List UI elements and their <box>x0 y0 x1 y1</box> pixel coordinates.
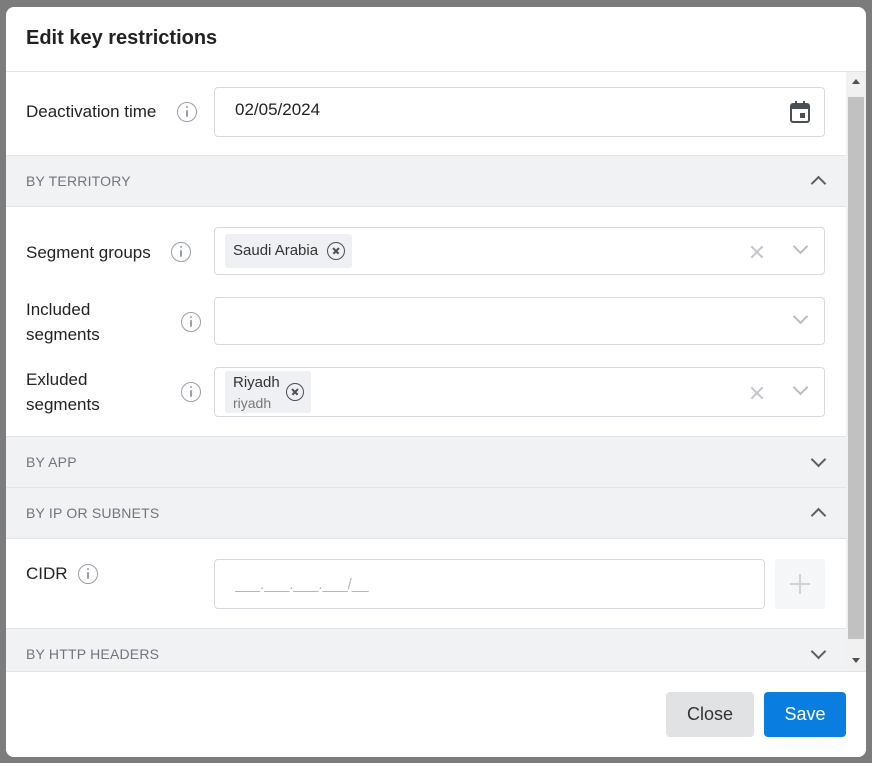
cidr-row: CIDR <box>6 539 846 629</box>
save-button[interactable]: Save <box>764 692 846 737</box>
info-icon[interactable] <box>181 312 201 332</box>
deactivation-label: Deactivation time <box>26 102 157 121</box>
section-label: BY HTTP HEADERS <box>26 646 160 662</box>
edit-key-restrictions-dialog: Edit key restrictions Deactivation time … <box>6 7 866 757</box>
section-by-app[interactable]: BY APP <box>6 436 846 488</box>
remove-chip-icon[interactable] <box>327 242 345 260</box>
chip-riyadh: Riyadh riyadh <box>225 371 311 413</box>
chip-sublabel: riyadh <box>233 395 272 411</box>
included-segments-label: Included segments <box>26 297 100 347</box>
info-icon[interactable] <box>171 242 191 262</box>
segment-groups-label: Segment groups <box>26 243 151 262</box>
scroll-up-arrow-icon[interactable] <box>852 79 860 84</box>
section-label: BY IP OR SUBNETS <box>26 505 160 521</box>
excluded-label-line2: segments <box>26 395 100 414</box>
dialog-title: Edit key restrictions <box>26 27 218 49</box>
dialog-footer: Close Save <box>6 671 866 757</box>
included-segments-select[interactable] <box>214 297 825 345</box>
chip-label: Riyadh <box>233 374 280 391</box>
excluded-segments-select[interactable]: Riyadh riyadh <box>214 367 825 417</box>
deactivation-row: Deactivation time 02/05/2024 <box>6 72 846 155</box>
clear-icon[interactable] <box>750 386 764 400</box>
chevron-down-icon <box>810 643 827 660</box>
deactivation-date-value: 02/05/2024 <box>235 100 321 119</box>
dialog-header: Edit key restrictions <box>6 7 866 72</box>
excluded-segments-label: Exluded segments <box>26 367 100 417</box>
segment-groups-row: Segment groups Saudi Arabia <box>6 207 846 277</box>
section-by-territory[interactable]: BY TERRITORY <box>6 155 846 207</box>
section-by-ip-or-subnets[interactable]: BY IP OR SUBNETS <box>6 487 846 539</box>
chip-saudi-arabia: Saudi Arabia <box>225 234 352 268</box>
info-icon[interactable] <box>177 102 197 122</box>
info-icon[interactable] <box>78 564 98 584</box>
included-label-line2: segments <box>26 325 100 344</box>
clear-icon[interactable] <box>750 245 764 259</box>
chevron-up-icon <box>810 175 827 192</box>
scroll-down-arrow-icon[interactable] <box>852 658 860 663</box>
chip-label: Saudi Arabia <box>233 242 319 259</box>
chevron-down-icon[interactable] <box>792 308 809 325</box>
info-icon[interactable] <box>181 382 201 402</box>
section-label: BY APP <box>26 454 77 470</box>
add-cidr-button[interactable] <box>775 559 825 609</box>
chevron-up-icon <box>810 507 827 524</box>
included-segments-row: Included segments <box>6 277 846 347</box>
chevron-down-icon[interactable] <box>792 379 809 396</box>
calendar-icon[interactable] <box>790 101 810 123</box>
remove-chip-icon[interactable] <box>286 383 304 401</box>
scrollbar-thumb[interactable] <box>848 97 864 639</box>
cidr-input[interactable] <box>214 559 765 609</box>
excluded-label-line1: Exluded <box>26 370 88 389</box>
segment-groups-select[interactable]: Saudi Arabia <box>214 227 825 275</box>
close-button[interactable]: Close <box>666 692 754 737</box>
section-label: BY TERRITORY <box>26 173 131 189</box>
dialog-body[interactable]: Deactivation time 02/05/2024 BY TERRITOR… <box>6 72 866 671</box>
chevron-down-icon <box>810 451 827 468</box>
section-by-http-headers[interactable]: BY HTTP HEADERS <box>6 628 846 671</box>
scrollbar[interactable] <box>846 72 866 671</box>
chevron-down-icon[interactable] <box>792 238 809 255</box>
excluded-segments-row: Exluded segments Riyadh riyadh <box>6 347 846 437</box>
cidr-label: CIDR <box>26 564 68 583</box>
included-label-line1: Included <box>26 300 91 319</box>
deactivation-date-field[interactable]: 02/05/2024 <box>214 87 825 137</box>
